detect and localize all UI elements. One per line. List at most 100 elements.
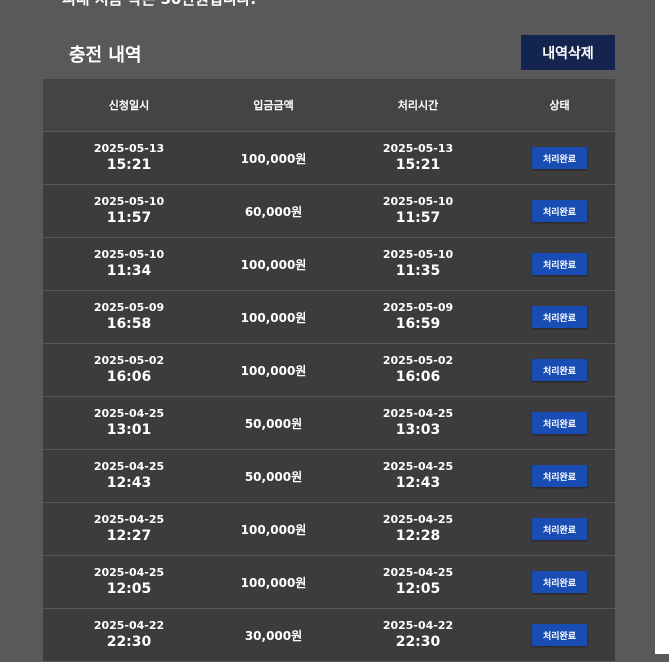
request-datetime-cell: 2025-05-13 15:21 bbox=[43, 142, 215, 174]
deposit-amount: 100,000원 bbox=[240, 522, 307, 537]
request-time: 12:05 bbox=[106, 581, 152, 597]
request-date: 2025-04-22 bbox=[93, 619, 165, 632]
processed-date: 2025-05-10 bbox=[382, 248, 454, 261]
amount-cell: 100,000원 bbox=[215, 574, 332, 591]
page-title: 충전 내역 bbox=[69, 45, 142, 66]
table-row: 2025-04-25 12:05 100,000원 2025-04-25 12:05 처리… bbox=[43, 556, 615, 609]
column-header-processed-time: 처리시간 bbox=[397, 99, 439, 112]
deposit-amount: 50,000원 bbox=[244, 469, 303, 484]
processed-date: 2025-05-10 bbox=[382, 195, 454, 208]
request-date: 2025-04-25 bbox=[93, 460, 165, 473]
request-date: 2025-05-10 bbox=[93, 195, 165, 208]
processed-time: 12:43 bbox=[395, 475, 441, 491]
table-row: 2025-05-09 16:58 100,000원 2025-05-09 16:59 처리… bbox=[43, 291, 615, 344]
request-date: 2025-04-25 bbox=[93, 566, 165, 579]
request-time: 12:43 bbox=[106, 475, 152, 491]
column-header-request-time: 신청일시 bbox=[108, 99, 150, 112]
page-edge bbox=[655, 0, 669, 654]
status-badge: 처리완료 bbox=[532, 412, 587, 434]
processed-time: 16:06 bbox=[395, 369, 441, 385]
deposit-amount: 50,000원 bbox=[244, 416, 303, 431]
processed-datetime-cell: 2025-04-22 22:30 bbox=[332, 619, 504, 651]
section-header: 충전 내역 내역삭제 bbox=[43, 35, 615, 71]
delete-history-button[interactable]: 내역삭제 bbox=[521, 35, 615, 70]
table-header: 신청일시 입금금액 처리시간 상태 bbox=[43, 79, 615, 132]
processed-datetime-cell: 2025-05-09 16:59 bbox=[332, 301, 504, 333]
table-row: 2025-05-10 11:34 100,000원 2025-05-10 11:35 처리… bbox=[43, 238, 615, 291]
request-date: 2025-04-25 bbox=[93, 407, 165, 420]
table-row: 2025-05-13 15:21 100,000원 2025-05-13 15:21 처리… bbox=[43, 132, 615, 185]
request-time: 12:27 bbox=[106, 528, 152, 544]
processed-datetime-cell: 2025-05-02 16:06 bbox=[332, 354, 504, 386]
status-badge: 처리완료 bbox=[532, 147, 587, 169]
request-date: 2025-05-02 bbox=[93, 354, 165, 367]
column-header-status: 상태 bbox=[549, 99, 570, 112]
status-cell: 처리완료 bbox=[504, 571, 615, 593]
deposit-amount: 100,000원 bbox=[240, 575, 307, 590]
processed-datetime-cell: 2025-04-25 12:43 bbox=[332, 460, 504, 492]
processed-date: 2025-05-13 bbox=[382, 142, 454, 155]
processed-date: 2025-04-25 bbox=[382, 460, 454, 473]
table-row: 2025-04-25 13:01 50,000원 2025-04-25 13:03 처리완… bbox=[43, 397, 615, 450]
processed-date: 2025-05-09 bbox=[382, 301, 454, 314]
status-cell: 처리완료 bbox=[504, 253, 615, 275]
processed-time: 16:59 bbox=[395, 316, 441, 332]
table-row: 2025-04-22 22:30 30,000원 2025-04-22 22:30 처리완… bbox=[43, 609, 615, 662]
request-time: 22:30 bbox=[106, 634, 152, 650]
request-time: 11:57 bbox=[106, 210, 152, 226]
processed-time: 15:21 bbox=[395, 157, 441, 173]
processed-datetime-cell: 2025-05-13 15:21 bbox=[332, 142, 504, 174]
processed-time: 12:05 bbox=[395, 581, 441, 597]
deposit-amount: 60,000원 bbox=[244, 204, 303, 219]
deposit-amount: 100,000원 bbox=[240, 151, 307, 166]
request-datetime-cell: 2025-05-09 16:58 bbox=[43, 301, 215, 333]
request-time: 15:21 bbox=[106, 157, 152, 173]
processed-datetime-cell: 2025-04-25 12:28 bbox=[332, 513, 504, 545]
amount-cell: 30,000원 bbox=[215, 627, 332, 644]
request-datetime-cell: 2025-05-10 11:34 bbox=[43, 248, 215, 280]
deposit-amount: 30,000원 bbox=[244, 628, 303, 643]
processed-datetime-cell: 2025-05-10 11:35 bbox=[332, 248, 504, 280]
request-datetime-cell: 2025-04-22 22:30 bbox=[43, 619, 215, 651]
status-cell: 처리완료 bbox=[504, 624, 615, 646]
amount-cell: 100,000원 bbox=[215, 521, 332, 538]
status-badge: 처리완료 bbox=[532, 571, 587, 593]
amount-cell: 100,000원 bbox=[215, 256, 332, 273]
status-badge: 처리완료 bbox=[532, 624, 587, 646]
request-datetime-cell: 2025-04-25 12:27 bbox=[43, 513, 215, 545]
processed-date: 2025-04-25 bbox=[382, 513, 454, 526]
processed-datetime-cell: 2025-05-10 11:57 bbox=[332, 195, 504, 227]
status-badge: 처리완료 bbox=[532, 465, 587, 487]
request-time: 16:58 bbox=[106, 316, 152, 332]
top-notice-text: 피내 처음 작은 50만원입니다. bbox=[62, 0, 256, 9]
processed-time: 11:35 bbox=[395, 263, 441, 279]
status-badge: 처리완료 bbox=[532, 253, 587, 275]
amount-cell: 100,000원 bbox=[215, 150, 332, 167]
amount-cell: 50,000원 bbox=[215, 468, 332, 485]
request-date: 2025-05-09 bbox=[93, 301, 165, 314]
request-datetime-cell: 2025-05-02 16:06 bbox=[43, 354, 215, 386]
status-badge: 처리완료 bbox=[532, 200, 587, 222]
request-date: 2025-05-10 bbox=[93, 248, 165, 261]
processed-time: 12:28 bbox=[395, 528, 441, 544]
status-badge: 처리완료 bbox=[532, 306, 587, 328]
request-time: 11:34 bbox=[106, 263, 152, 279]
status-cell: 처리완료 bbox=[504, 518, 615, 540]
processed-datetime-cell: 2025-04-25 13:03 bbox=[332, 407, 504, 439]
status-cell: 처리완료 bbox=[504, 412, 615, 434]
request-date: 2025-04-25 bbox=[93, 513, 165, 526]
processed-datetime-cell: 2025-04-25 12:05 bbox=[332, 566, 504, 598]
deposit-amount: 100,000원 bbox=[240, 310, 307, 325]
deposit-amount: 100,000원 bbox=[240, 257, 307, 272]
status-badge: 처리완료 bbox=[532, 518, 587, 540]
status-cell: 처리완료 bbox=[504, 465, 615, 487]
amount-cell: 100,000원 bbox=[215, 309, 332, 326]
status-cell: 처리완료 bbox=[504, 200, 615, 222]
column-header-amount: 입금금액 bbox=[253, 99, 294, 112]
deposit-amount: 100,000원 bbox=[240, 363, 307, 378]
status-cell: 처리완료 bbox=[504, 359, 615, 381]
processed-date: 2025-05-02 bbox=[382, 354, 454, 367]
table-row: 2025-05-10 11:57 60,000원 2025-05-10 11:57 처리완… bbox=[43, 185, 615, 238]
request-date: 2025-05-13 bbox=[93, 142, 165, 155]
status-cell: 처리완료 bbox=[504, 147, 615, 169]
